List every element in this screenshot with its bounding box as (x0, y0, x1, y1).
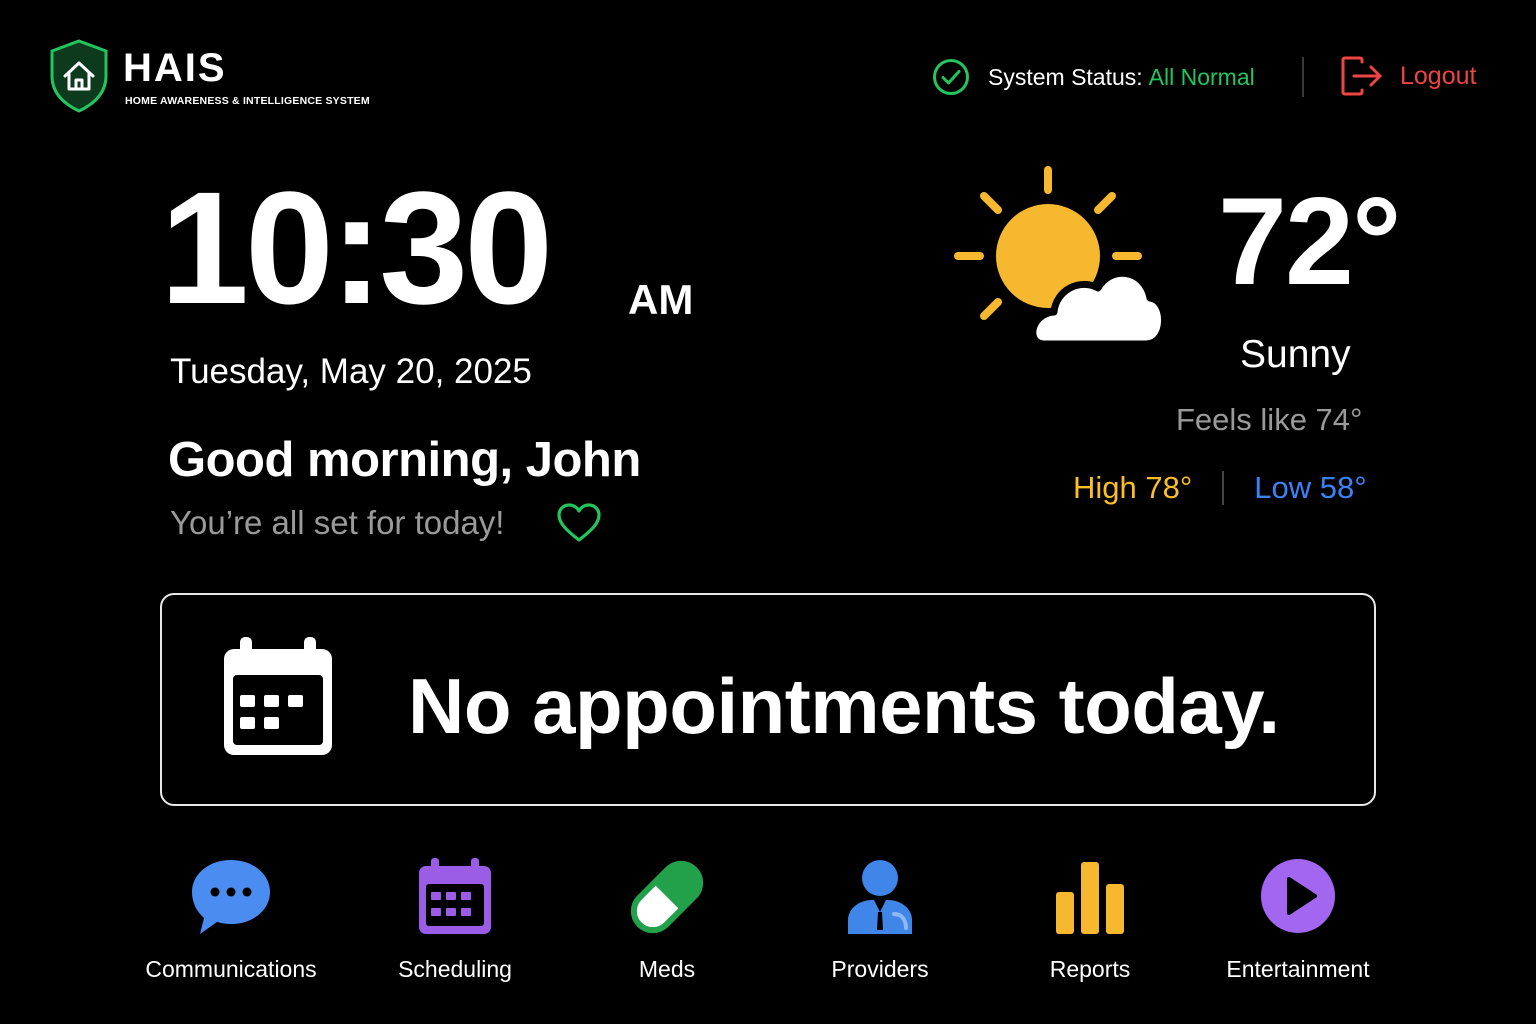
nav-label: Scheduling (398, 956, 512, 982)
app-name: HAIS (123, 46, 227, 90)
chat-bubble-icon (192, 860, 270, 934)
greeting-tagline: You’re all set for today! (170, 504, 505, 541)
doctor-icon (848, 860, 912, 934)
status-value: All Normal (1148, 63, 1255, 90)
nav-label: Reports (1049, 956, 1131, 982)
weather-low: Low 58° (1254, 470, 1367, 505)
clock-date: Tuesday, May 20, 2025 (170, 352, 532, 391)
check-circle-icon (933, 59, 969, 95)
logout-button[interactable]: Logout (1340, 56, 1476, 96)
weather-feels-like: Feels like 74° (1176, 402, 1363, 437)
nav-label: Communications (145, 956, 317, 982)
greeting-message: Good morning, John (168, 433, 641, 487)
high-low-divider (1222, 471, 1225, 505)
nav-meds[interactable]: Meds (567, 856, 767, 996)
clock-ampm: AM (628, 276, 694, 323)
nav-scheduling[interactable]: Scheduling (355, 856, 555, 996)
app-subtitle: HOME AWARENESS & INTELLIGENCE SYSTEM (125, 95, 370, 107)
bar-chart-icon (1056, 862, 1124, 934)
nav-communications[interactable]: Communications (131, 856, 331, 996)
shield-home-icon (50, 39, 108, 113)
header-divider (1302, 57, 1304, 97)
weather-temperature: 72° (1218, 173, 1402, 311)
nav-label: Providers (831, 956, 929, 982)
logout-icon (1341, 56, 1382, 96)
calendar-icon (419, 858, 491, 934)
play-icon (1261, 859, 1335, 933)
weather-condition: Sunny (1240, 333, 1351, 376)
weather-high-low: High 78° Low 58° (1073, 470, 1367, 506)
pill-icon (630, 860, 704, 934)
nav-reports[interactable]: Reports (990, 856, 1190, 996)
app-logo: HAIS HOME AWARENESS & INTELLIGENCE SYSTE… (48, 38, 388, 114)
status-label: System Status: (988, 63, 1143, 90)
heart-icon (557, 503, 601, 542)
logout-label: Logout (1400, 61, 1477, 90)
calendar-icon (224, 637, 332, 755)
appointments-message: No appointments today. (408, 662, 1280, 750)
weather-high: High 78° (1073, 470, 1193, 505)
nav-label: Meds (638, 956, 696, 982)
partly-sunny-icon (954, 166, 1168, 348)
nav-label: Entertainment (1226, 956, 1370, 982)
appointments-panel[interactable]: No appointments today. (160, 593, 1376, 806)
clock-time: 10:30 (160, 158, 553, 337)
nav-entertainment[interactable]: Entertainment (1198, 856, 1398, 996)
nav-providers[interactable]: Providers (780, 856, 980, 996)
system-status: System Status: All Normal (932, 58, 1255, 96)
